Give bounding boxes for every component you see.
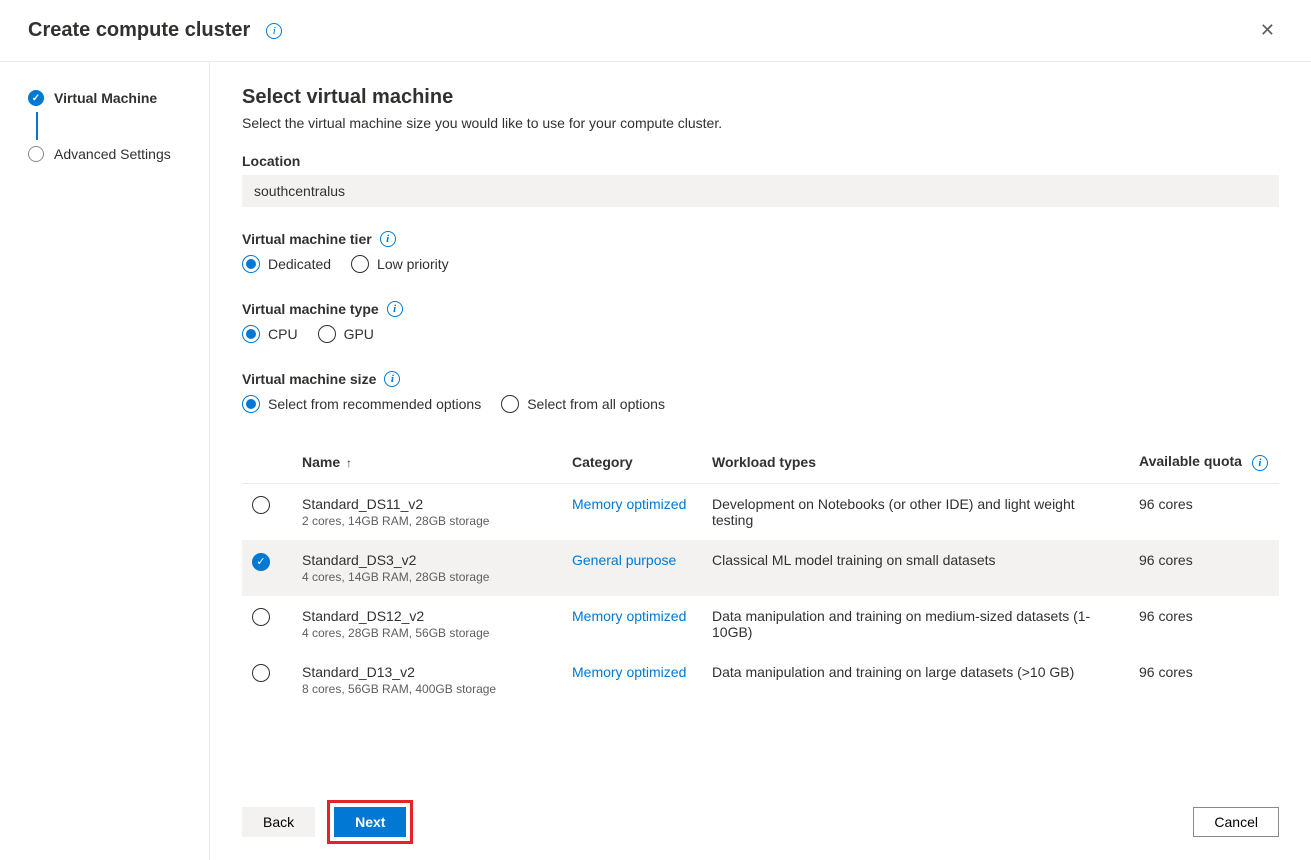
dialog-title: Create compute cluster: [28, 19, 250, 42]
wizard-content: Select virtual machine Select the virtua…: [210, 62, 1311, 783]
location-input: [242, 175, 1279, 207]
col-select: [242, 441, 292, 484]
row-select-icon[interactable]: [252, 664, 270, 682]
step-label: Advanced Settings: [54, 146, 171, 162]
info-icon[interactable]: i: [266, 23, 282, 39]
wizard-footer: Back Next Cancel: [210, 783, 1311, 860]
category-link[interactable]: Memory optimized: [572, 496, 686, 512]
table-row[interactable]: Standard_DS3_v2 4 cores, 14GB RAM, 28GB s…: [242, 540, 1279, 596]
radio-cpu[interactable]: CPU: [242, 325, 298, 343]
quota-text: 96 cores: [1129, 652, 1279, 708]
quota-text: 96 cores: [1129, 540, 1279, 596]
vm-name: Standard_DS12_v2: [302, 608, 552, 624]
close-button[interactable]: ✕: [1252, 16, 1283, 45]
category-link[interactable]: Memory optimized: [572, 608, 686, 624]
radio-icon: [501, 395, 519, 413]
vm-specs: 4 cores, 14GB RAM, 28GB storage: [302, 570, 552, 584]
vm-name: Standard_D13_v2: [302, 664, 552, 680]
radio-icon: [351, 255, 369, 273]
row-select-icon[interactable]: [252, 553, 270, 571]
radio-icon: [242, 395, 260, 413]
radio-icon: [242, 325, 260, 343]
location-label: Location: [242, 153, 1279, 169]
col-category[interactable]: Category: [562, 441, 702, 484]
radio-low-priority[interactable]: Low priority: [351, 255, 449, 273]
vmsize-label: Virtual machine size i: [242, 371, 1279, 387]
cancel-button[interactable]: Cancel: [1193, 807, 1279, 837]
tier-label: Virtual machine tier i: [242, 231, 1279, 247]
col-quota[interactable]: Available quota i: [1129, 441, 1279, 484]
vm-name: Standard_DS11_v2: [302, 496, 552, 512]
table-row[interactable]: Standard_DS12_v2 4 cores, 28GB RAM, 56GB …: [242, 596, 1279, 652]
row-select-icon[interactable]: [252, 496, 270, 514]
vm-name: Standard_DS3_v2: [302, 552, 552, 568]
step-advanced-settings[interactable]: Advanced Settings: [28, 146, 193, 162]
info-icon[interactable]: i: [387, 301, 403, 317]
wizard-steps: Virtual Machine Advanced Settings: [0, 62, 210, 860]
workload-text: Data manipulation and training on medium…: [702, 596, 1129, 652]
section-description: Select the virtual machine size you woul…: [242, 115, 1279, 131]
category-link[interactable]: Memory optimized: [572, 664, 686, 680]
row-select-icon[interactable]: [252, 608, 270, 626]
radio-icon: [242, 255, 260, 273]
tier-radio-group: Dedicated Low priority: [242, 255, 1279, 273]
info-icon[interactable]: i: [1252, 455, 1268, 471]
info-icon[interactable]: i: [380, 231, 396, 247]
vm-specs: 8 cores, 56GB RAM, 400GB storage: [302, 682, 552, 696]
vm-specs: 4 cores, 28GB RAM, 56GB storage: [302, 626, 552, 640]
dialog-header: Create compute cluster i ✕: [0, 0, 1311, 62]
vm-size-table: Name ↑ Category Workload types Available…: [242, 441, 1279, 708]
table-row[interactable]: Standard_D13_v2 8 cores, 56GB RAM, 400GB …: [242, 652, 1279, 708]
vmtype-radio-group: CPU GPU: [242, 325, 1279, 343]
radio-recommended[interactable]: Select from recommended options: [242, 395, 481, 413]
check-icon: [28, 90, 44, 106]
sort-asc-icon: ↑: [346, 456, 352, 470]
workload-text: Classical ML model training on small dat…: [702, 540, 1129, 596]
next-button[interactable]: Next: [334, 807, 406, 837]
radio-dedicated[interactable]: Dedicated: [242, 255, 331, 273]
section-title: Select virtual machine: [242, 86, 1279, 109]
vmtype-label: Virtual machine type i: [242, 301, 1279, 317]
step-label: Virtual Machine: [54, 90, 157, 106]
workload-text: Data manipulation and training on large …: [702, 652, 1129, 708]
quota-text: 96 cores: [1129, 596, 1279, 652]
radio-all-options[interactable]: Select from all options: [501, 395, 665, 413]
step-connector: [36, 112, 38, 140]
vm-specs: 2 cores, 14GB RAM, 28GB storage: [302, 514, 552, 528]
circle-icon: [28, 146, 44, 162]
radio-gpu[interactable]: GPU: [318, 325, 374, 343]
col-name[interactable]: Name ↑: [292, 441, 562, 484]
back-button[interactable]: Back: [242, 807, 315, 837]
quota-text: 96 cores: [1129, 484, 1279, 541]
highlight-annotation: Next: [327, 800, 413, 844]
category-link[interactable]: General purpose: [572, 552, 676, 568]
workload-text: Development on Notebooks (or other IDE) …: [702, 484, 1129, 541]
info-icon[interactable]: i: [384, 371, 400, 387]
step-virtual-machine[interactable]: Virtual Machine: [28, 90, 193, 106]
table-row[interactable]: Standard_DS11_v2 2 cores, 14GB RAM, 28GB …: [242, 484, 1279, 541]
vmsize-radio-group: Select from recommended options Select f…: [242, 395, 1279, 413]
radio-icon: [318, 325, 336, 343]
col-workload[interactable]: Workload types: [702, 441, 1129, 484]
